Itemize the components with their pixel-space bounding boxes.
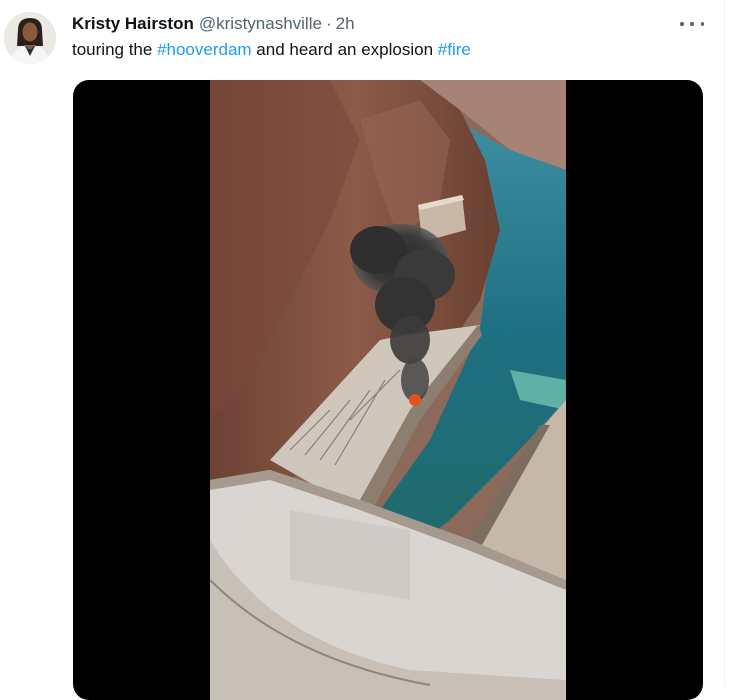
timestamp[interactable]: 2h — [336, 14, 355, 34]
tweet-media[interactable] — [73, 80, 703, 700]
tweet-text: touring the #hooverdam and heard an expl… — [72, 40, 471, 60]
tweet-header: Kristy Hairston @kristynashville · 2h — [72, 13, 355, 35]
hashtag-link[interactable]: #hooverdam — [157, 40, 252, 59]
more-dot — [700, 22, 704, 26]
more-options-button[interactable] — [680, 14, 704, 34]
author-handle[interactable]: @kristynashville — [199, 14, 322, 34]
tweet[interactable]: Kristy Hairston @kristynashville · 2h to… — [0, 0, 724, 700]
separator: · — [325, 14, 332, 33]
more-horizontal-icon — [680, 22, 684, 26]
avatar[interactable] — [4, 12, 56, 64]
tweet-text-part: touring the — [72, 40, 158, 59]
author-name[interactable]: Kristy Hairston — [72, 14, 194, 34]
timeline-border — [724, 0, 725, 687]
hashtag-link[interactable]: #fire — [438, 40, 471, 59]
video-frame[interactable] — [210, 80, 566, 700]
tweet-text-part: and heard an explosion — [251, 40, 438, 59]
more-dot — [690, 22, 694, 26]
